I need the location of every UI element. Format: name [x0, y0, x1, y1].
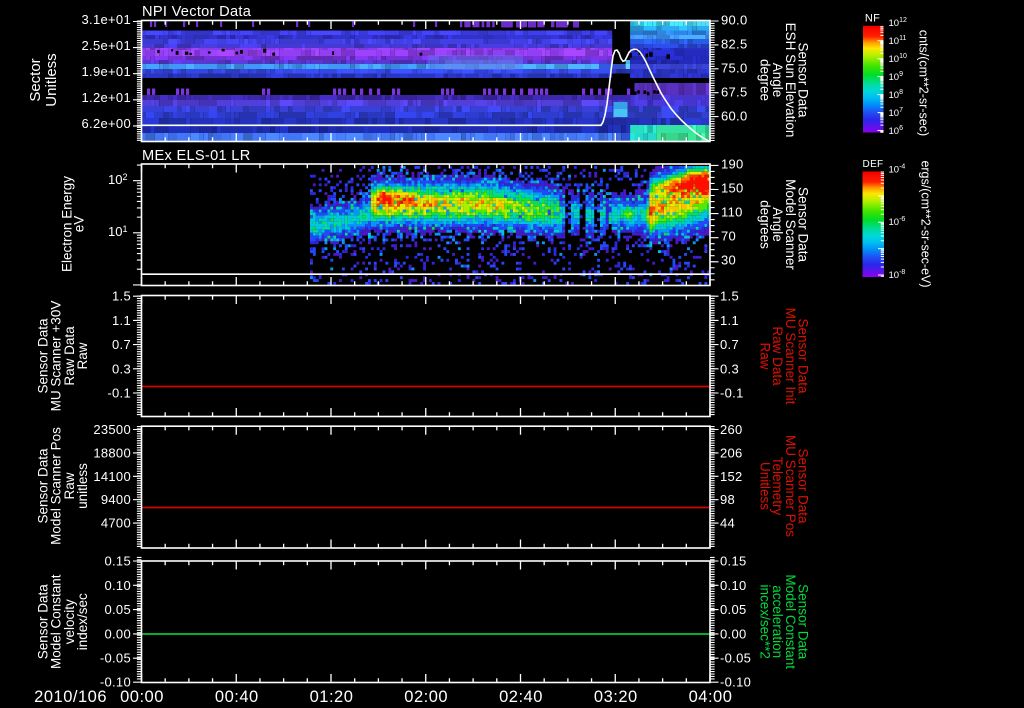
svg-text:260: 260: [720, 422, 743, 437]
svg-text:9400: 9400: [101, 492, 131, 507]
svg-text:14100: 14100: [93, 469, 131, 484]
svg-text:degree: degree: [757, 59, 772, 101]
svg-text:2.5e+01: 2.5e+01: [82, 38, 131, 53]
svg-text:-0.1: -0.1: [720, 386, 744, 401]
svg-text:NF: NF: [865, 13, 880, 25]
svg-text:01:20: 01:20: [310, 688, 354, 706]
svg-text:0.00: 0.00: [104, 626, 131, 641]
svg-text:04:00: 04:00: [689, 688, 733, 706]
svg-text:Unitless: Unitless: [757, 462, 772, 510]
svg-text:190: 190: [721, 156, 744, 171]
svg-text:110: 110: [721, 205, 743, 220]
svg-text:Unitless: Unitless: [43, 53, 60, 106]
svg-text:4700: 4700: [101, 516, 131, 531]
svg-text:index/sec: index/sec: [75, 593, 90, 650]
svg-text:90.0: 90.0: [721, 13, 748, 28]
svg-text:unitless: unitless: [75, 463, 90, 509]
svg-text:0.3: 0.3: [112, 361, 131, 376]
svg-text:Sector: Sector: [27, 58, 44, 101]
svg-text:0.05: 0.05: [720, 602, 747, 617]
svg-text:Raw: Raw: [757, 342, 772, 369]
svg-text:1.1: 1.1: [112, 313, 131, 328]
svg-text:-0.05: -0.05: [720, 651, 751, 666]
svg-text:0.7: 0.7: [112, 337, 131, 352]
svg-text:00:00: 00:00: [120, 688, 164, 706]
svg-text:2010/106: 2010/106: [34, 688, 107, 706]
svg-text:NPI Vector Data: NPI Vector Data: [142, 4, 252, 20]
svg-text:00:40: 00:40: [215, 688, 259, 706]
svg-text:70: 70: [721, 229, 736, 244]
svg-text:-0.1: -0.1: [107, 386, 131, 401]
svg-text:1.5: 1.5: [720, 289, 739, 304]
svg-text:incex/sec**2: incex/sec**2: [757, 585, 772, 659]
svg-text:1.5: 1.5: [112, 289, 131, 304]
svg-text:0.15: 0.15: [720, 554, 747, 569]
svg-text:18800: 18800: [93, 445, 131, 460]
svg-text:44: 44: [720, 516, 735, 531]
svg-text:02:00: 02:00: [404, 688, 448, 706]
svg-text:eV: eV: [71, 216, 86, 233]
svg-text:0.3: 0.3: [720, 361, 739, 376]
svg-text:6.2e+00: 6.2e+00: [82, 116, 131, 131]
svg-text:1.2e+01: 1.2e+01: [82, 90, 131, 105]
svg-text:152: 152: [720, 469, 743, 484]
svg-text:30: 30: [721, 253, 736, 268]
svg-text:DEF: DEF: [863, 159, 884, 170]
svg-text:Raw: Raw: [75, 342, 90, 369]
svg-text:3.1e+01: 3.1e+01: [82, 12, 131, 27]
svg-text:0.7: 0.7: [720, 337, 739, 352]
svg-text:ergs/(cm**2-sr-sec-eV): ergs/(cm**2-sr-sec-eV): [919, 160, 933, 287]
svg-text:82.5: 82.5: [721, 37, 748, 52]
svg-text:0.10: 0.10: [104, 578, 131, 593]
svg-text:206: 206: [720, 445, 743, 460]
svg-text:150: 150: [721, 180, 744, 195]
svg-text:75.0: 75.0: [721, 61, 748, 76]
svg-text:0.00: 0.00: [720, 626, 747, 641]
svg-text:02:40: 02:40: [499, 688, 543, 706]
svg-text:1.9e+01: 1.9e+01: [82, 64, 131, 79]
svg-text:67.5: 67.5: [721, 84, 748, 99]
svg-text:98: 98: [720, 492, 735, 507]
svg-text:1.1: 1.1: [720, 313, 739, 328]
svg-text:MEx ELS-01 LR: MEx ELS-01 LR: [142, 148, 251, 164]
svg-text:23500: 23500: [93, 422, 131, 437]
svg-text:60.0: 60.0: [721, 108, 748, 123]
svg-text:03:20: 03:20: [594, 688, 638, 706]
svg-text:0.05: 0.05: [104, 602, 131, 617]
svg-text:0.15: 0.15: [104, 554, 131, 569]
svg-text:degrees: degrees: [757, 200, 772, 249]
svg-text:0.10: 0.10: [720, 578, 747, 593]
svg-text:cnts/(cm**2-sr-sec): cnts/(cm**2-sr-sec): [917, 30, 931, 136]
svg-text:-0.05: -0.05: [100, 651, 131, 666]
